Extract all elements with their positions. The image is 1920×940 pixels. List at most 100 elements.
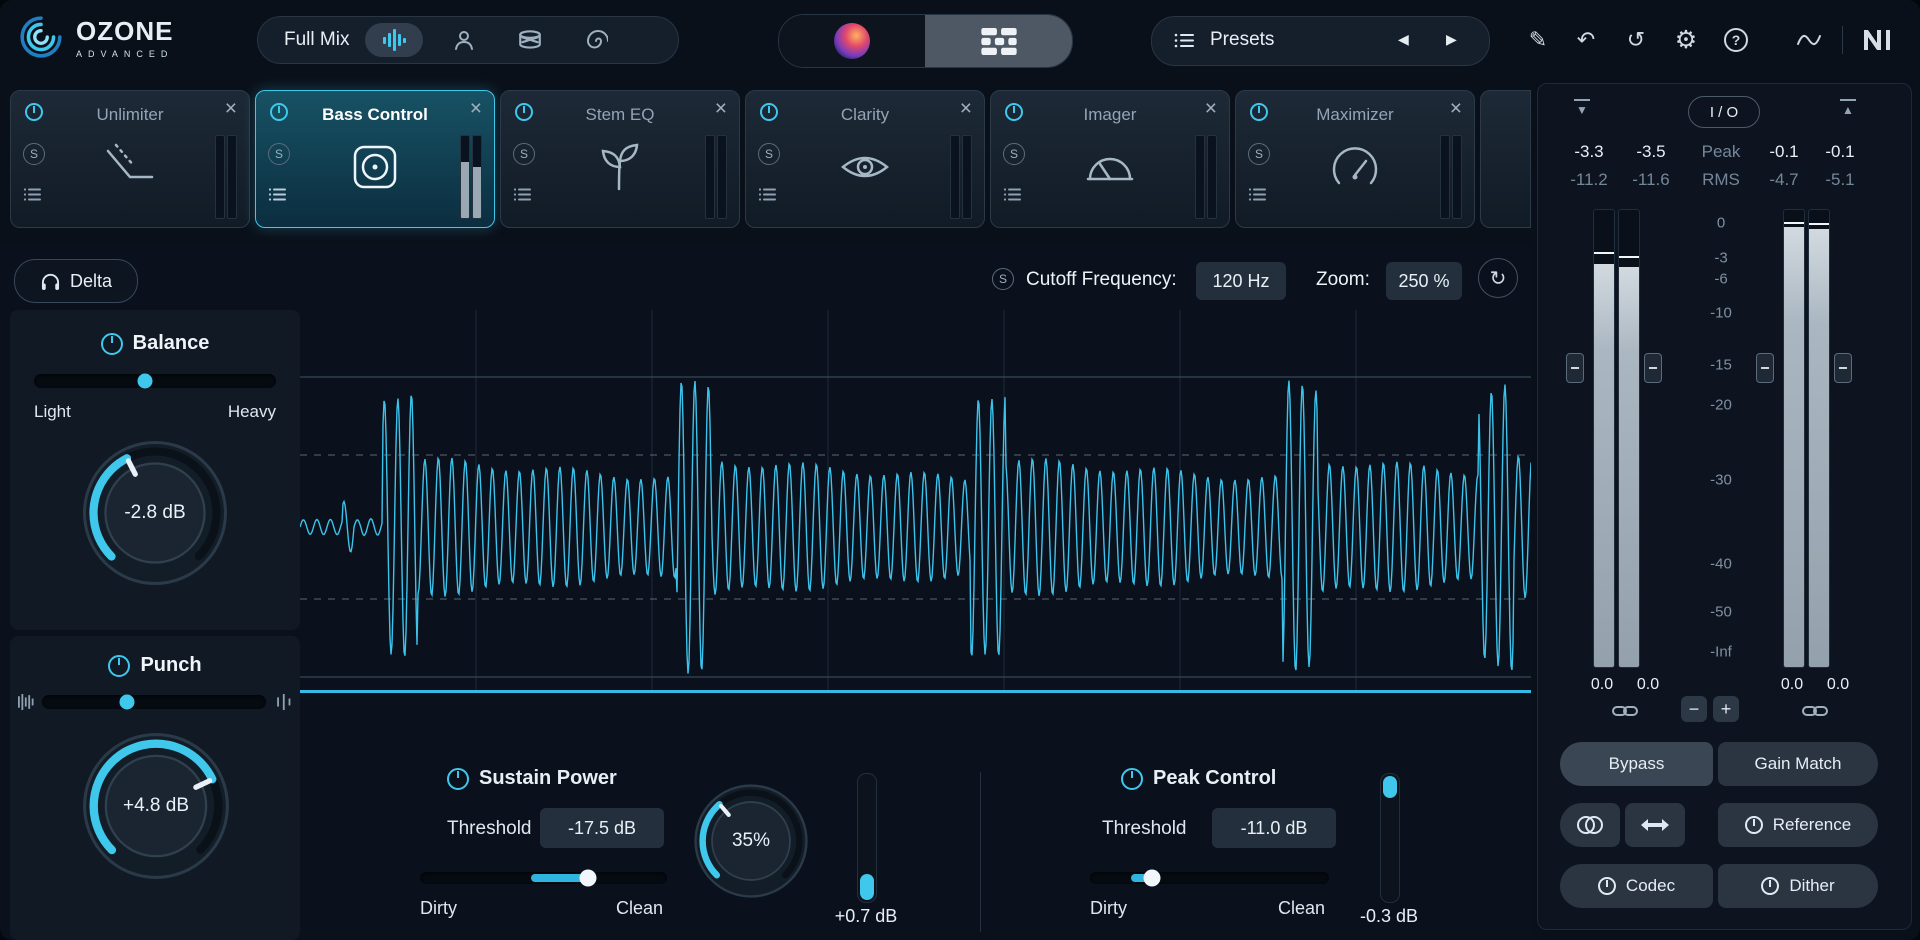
- reference-button[interactable]: Reference: [1718, 803, 1878, 847]
- close-icon[interactable]: ×: [470, 97, 482, 121]
- preset-next-button[interactable]: ▶: [1446, 31, 1457, 48]
- output-link-icon[interactable]: [1802, 704, 1828, 723]
- solo-icon[interactable]: S: [1003, 143, 1025, 165]
- presets-label[interactable]: Presets: [1210, 29, 1274, 51]
- dither-power-icon[interactable]: [1761, 877, 1779, 895]
- source-selector: Full Mix: [257, 16, 679, 64]
- section-divider: [980, 772, 981, 932]
- delta-button[interactable]: Delta: [14, 259, 138, 303]
- input-gain-fader-right[interactable]: [1644, 353, 1662, 383]
- zoom-value[interactable]: 250 %: [1386, 262, 1462, 300]
- peak-threshold-value[interactable]: -11.0 dB: [1212, 808, 1336, 848]
- balance-min-label: Light: [34, 402, 71, 422]
- solo-icon[interactable]: S: [513, 143, 535, 165]
- waveform-display[interactable]: [300, 310, 1531, 692]
- tab-meter: [950, 135, 960, 219]
- punch-knob[interactable]: +4.8 dB: [80, 730, 232, 882]
- menu-icon[interactable]: [1003, 187, 1021, 207]
- input-peak-right: -3.5: [1621, 142, 1681, 162]
- input-meter-left: [1593, 209, 1615, 668]
- codec-power-icon[interactable]: [1598, 877, 1616, 895]
- gain-plus-button[interactable]: +: [1713, 696, 1739, 722]
- menu-icon[interactable]: [513, 187, 531, 207]
- reference-power-icon[interactable]: [1745, 816, 1763, 834]
- rms-row-label[interactable]: RMS: [1691, 170, 1751, 190]
- balance-power-icon[interactable]: [101, 333, 123, 355]
- peak-row-label[interactable]: Peak: [1691, 142, 1751, 162]
- sustain-slider-handle[interactable]: [579, 870, 596, 887]
- cutoff-value[interactable]: 120 Hz: [1196, 262, 1286, 300]
- logo-subtitle: ADVANCED: [76, 49, 173, 59]
- undo-icon[interactable]: ↶: [1567, 21, 1605, 59]
- stereo-width-button[interactable]: [1625, 803, 1685, 847]
- source-vocals-button[interactable]: [439, 28, 489, 52]
- sustain-threshold-slider[interactable]: [420, 872, 667, 884]
- sphere-view-button[interactable]: [779, 15, 925, 67]
- stereo-mode-button[interactable]: [1560, 803, 1620, 847]
- close-icon[interactable]: ×: [1205, 97, 1217, 121]
- solo-icon[interactable]: S: [1248, 143, 1270, 165]
- close-icon[interactable]: ×: [960, 97, 972, 121]
- output-gain-fader-left[interactable]: [1756, 353, 1774, 383]
- routing-icon[interactable]: [1790, 21, 1828, 59]
- punch-power-icon[interactable]: [108, 655, 130, 677]
- edit-pencil-icon[interactable]: ✎: [1519, 21, 1557, 59]
- codec-button[interactable]: Codec: [1560, 864, 1713, 908]
- reset-zoom-icon[interactable]: ↻: [1478, 258, 1518, 298]
- balance-slider-handle[interactable]: [138, 374, 153, 389]
- dither-button[interactable]: Dither: [1718, 864, 1878, 908]
- module-tab-imager[interactable]: Imager × S: [990, 90, 1230, 228]
- module-tab-maximizer[interactable]: Maximizer × S: [1235, 90, 1475, 228]
- preset-list-icon[interactable]: [1174, 32, 1194, 54]
- sustain-threshold-value[interactable]: -17.5 dB: [540, 808, 664, 848]
- module-tab-unlimiter[interactable]: Unlimiter × S: [10, 90, 250, 228]
- output-meter-right: [1808, 209, 1830, 668]
- close-icon[interactable]: ×: [715, 97, 727, 121]
- menu-icon[interactable]: [268, 187, 286, 207]
- io-toggle-button[interactable]: I / O: [1688, 96, 1760, 128]
- sustain-amount-knob[interactable]: 35%: [692, 782, 810, 900]
- peak-power-icon[interactable]: [1121, 768, 1143, 790]
- zoom-scrollbar[interactable]: [300, 690, 1531, 693]
- solo-icon[interactable]: S: [758, 143, 780, 165]
- preset-prev-button[interactable]: ◀: [1398, 31, 1409, 48]
- cutoff-solo-icon[interactable]: S: [992, 268, 1014, 290]
- balance-knob[interactable]: -2.8 dB: [80, 438, 230, 588]
- close-icon[interactable]: ×: [225, 97, 237, 121]
- menu-icon[interactable]: [23, 187, 41, 207]
- history-icon[interactable]: ↺: [1617, 21, 1655, 59]
- menu-icon[interactable]: [1248, 187, 1266, 207]
- settings-gear-icon[interactable]: ⚙: [1667, 21, 1705, 59]
- scale-10: -10: [1696, 305, 1746, 322]
- solo-icon[interactable]: S: [23, 143, 45, 165]
- module-tab-stem-eq[interactable]: Stem EQ × S: [500, 90, 740, 228]
- punch-slider-handle[interactable]: [120, 695, 135, 710]
- collapse-right-icon[interactable]: ▲: [1840, 99, 1856, 116]
- peak-threshold-slider[interactable]: [1090, 872, 1329, 884]
- collapse-left-icon[interactable]: ▼: [1574, 99, 1590, 116]
- maximizer-icon: [1325, 137, 1385, 202]
- output-gain-fader-right[interactable]: [1834, 353, 1852, 383]
- source-drums-button[interactable]: [505, 28, 555, 52]
- module-tab-clarity[interactable]: Clarity × S: [745, 90, 985, 228]
- help-icon[interactable]: ?: [1717, 21, 1755, 59]
- peak-slider-handle[interactable]: [1144, 870, 1161, 887]
- bypass-button[interactable]: Bypass: [1560, 742, 1713, 786]
- input-gain-fader-left[interactable]: [1566, 353, 1584, 383]
- close-icon[interactable]: ×: [1450, 97, 1462, 121]
- gain-minus-button[interactable]: −: [1681, 696, 1707, 722]
- menu-icon[interactable]: [758, 187, 776, 207]
- gain-match-button[interactable]: Gain Match: [1718, 742, 1878, 786]
- tab-meter: [215, 135, 225, 219]
- punch-slider[interactable]: [42, 695, 266, 709]
- input-link-icon[interactable]: [1612, 704, 1638, 723]
- solo-icon[interactable]: S: [268, 143, 290, 165]
- source-other-button[interactable]: [571, 28, 621, 52]
- module-tab-bass-control[interactable]: Bass Control × S: [255, 90, 495, 228]
- source-fullmix-button[interactable]: [365, 23, 423, 57]
- scale-50: -50: [1696, 604, 1746, 621]
- balance-slider[interactable]: [34, 374, 276, 388]
- modules-view-button[interactable]: [925, 15, 1072, 67]
- modules-grid-icon: [981, 28, 1017, 55]
- sustain-power-icon[interactable]: [447, 768, 469, 790]
